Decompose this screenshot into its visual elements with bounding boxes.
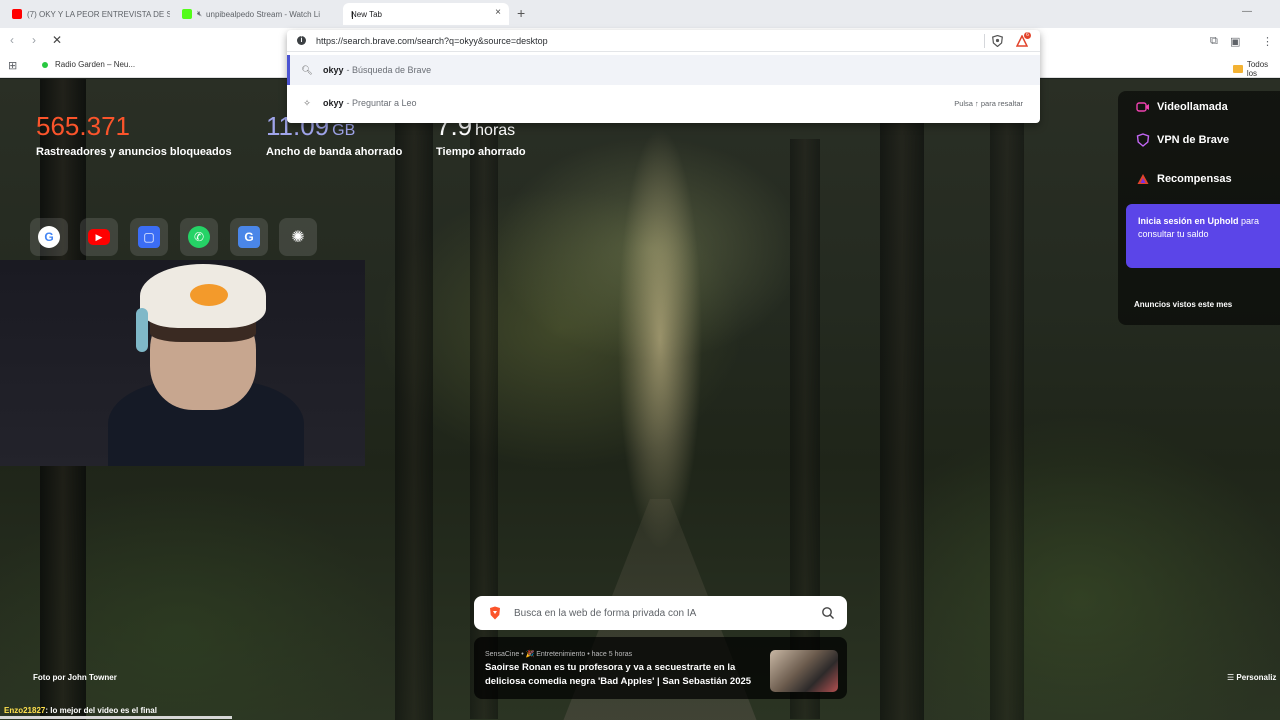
keyboard-hint: Pulsa ↑ para resaltar: [954, 98, 1023, 108]
extensions-icon[interactable]: ⧉: [1210, 35, 1218, 48]
google-icon: G: [38, 226, 60, 248]
url-text[interactable]: https://search.brave.com/search?q=okyy&s…: [316, 36, 548, 46]
search-icon[interactable]: [821, 606, 835, 620]
news-source: SensaCine • 🎉 Entretenimiento • hace 5 h…: [485, 651, 633, 658]
news-thumbnail[interactable]: [770, 650, 838, 692]
uphold-title: Inicia sesión en Uphold: [1138, 216, 1239, 226]
suggestion-query: okyy: [323, 98, 344, 108]
vpn-link[interactable]: VPN de Brave: [1136, 133, 1229, 147]
brave-lion-icon: [490, 606, 500, 620]
news-headline[interactable]: Saoirse Ronan es tu profesora y va a sec…: [485, 661, 770, 689]
apps-grid-icon[interactable]: ⊞: [8, 59, 17, 72]
background-tree: [395, 79, 433, 720]
stop-loading-icon[interactable]: ✕: [52, 33, 62, 47]
stat-unit: GB: [332, 122, 356, 139]
suggestion-detail: - Preguntar a Leo: [346, 98, 417, 108]
ntp-search-box[interactable]: Busca en la web de forma privada con IA: [474, 596, 847, 630]
rewards-triangle-icon: [1137, 174, 1149, 184]
bookmark-folder-label: Todos los: [1246, 60, 1269, 78]
rewards-label: Recompensas: [1157, 173, 1232, 185]
background-tree: [990, 79, 1024, 720]
tab-title: (7) OKY Y LA PEOR ENTREVISTA DE S: [27, 9, 170, 19]
mouse-cursor-icon: I: [351, 11, 354, 22]
tab-youtube-video[interactable]: (7) OKY Y LA PEOR ENTREVISTA DE S: [4, 3, 170, 25]
uphold-login-card[interactable]: Inicia sesión en Uphold para consultar t…: [1126, 204, 1280, 268]
bookmark-radio-garden[interactable]: Radio Garden – Neu...: [42, 60, 135, 69]
brave-shields-icon[interactable]: [992, 35, 1003, 47]
folder-icon: [1233, 65, 1243, 73]
close-tab-icon[interactable]: ×: [495, 7, 501, 18]
omnibox-dropdown: i https://search.brave.com/search?q=okyy…: [287, 30, 1040, 123]
bookmark-folder-all[interactable]: Todos los: [1233, 60, 1280, 78]
vpn-shield-icon: [1136, 133, 1150, 147]
radio-garden-favicon-icon: [42, 61, 48, 68]
address-field[interactable]: i https://search.brave.com/search?q=okyy…: [287, 30, 1040, 52]
customize-label: Personaliz: [1236, 673, 1277, 682]
top-site-translate[interactable]: G: [230, 218, 268, 256]
tab-title: New Tab: [351, 9, 382, 19]
new-tab-button[interactable]: +: [517, 6, 525, 20]
chat-message: Enzo21827: lo mejor del video es el fina…: [4, 706, 157, 715]
muted-speaker-icon[interactable]: 🔇︎: [197, 9, 202, 19]
top-site-openai[interactable]: ✺: [279, 218, 317, 256]
videocall-label: Videollamada: [1157, 101, 1228, 113]
openai-icon: ✺: [291, 229, 305, 246]
stat-label: Rastreadores y anuncios bloqueados: [36, 146, 232, 158]
tab-title: unpibealpedo Stream - Watch Li: [206, 9, 321, 19]
tab-kick-stream[interactable]: 🔇︎ unpibealpedo Stream - Watch Li: [174, 3, 338, 25]
video-progress-bar: [0, 716, 232, 719]
stat-label: Ancho de banda ahorrado: [266, 146, 403, 158]
top-site-google[interactable]: G: [30, 218, 68, 256]
chat-username: Enzo21827: [4, 706, 46, 715]
suggestion-query: okyy: [323, 65, 344, 75]
forward-icon[interactable]: ›: [32, 33, 36, 47]
menu-icon[interactable]: ⋮: [1262, 35, 1273, 48]
site-info-icon[interactable]: i: [297, 36, 306, 45]
vpn-label: VPN de Brave: [1157, 134, 1230, 146]
kick-favicon-icon: [182, 9, 192, 19]
background-tree: [790, 139, 820, 719]
wallet-icon[interactable]: ▣: [1230, 35, 1240, 48]
bookmark-label: Radio Garden – Neu...: [55, 60, 136, 69]
divider: [984, 34, 985, 48]
stat-trackers-blocked: 565.371 Rastreadores y anuncios bloquead…: [36, 111, 232, 158]
chat-text: : lo mejor del video es el final: [45, 706, 157, 715]
youtube-icon: ▶: [88, 229, 110, 245]
stat-number: 565.371: [36, 111, 130, 141]
notification-badge: 6: [1024, 32, 1031, 39]
leo-star-icon: ✧: [303, 97, 311, 108]
webcam-hat-beak: [190, 284, 228, 306]
videocall-link[interactable]: Videollamada: [1136, 100, 1228, 114]
background-tree: [880, 79, 924, 720]
customize-button[interactable]: ☰ Personaliz: [1227, 673, 1276, 682]
photo-credit[interactable]: Foto por John Towner: [33, 673, 117, 682]
suggestion-detail: - Búsqueda de Brave: [346, 65, 432, 75]
rewards-link[interactable]: Recompensas: [1136, 172, 1232, 186]
top-site-whatsapp[interactable]: ✆: [180, 218, 218, 256]
whatsapp-icon: ✆: [188, 226, 210, 248]
customize-icon: ☰: [1227, 673, 1237, 682]
tab-strip: (7) OKY Y LA PEOR ENTREVISTA DE S 🔇︎ unp…: [0, 0, 1280, 28]
stat-unit: horas: [475, 122, 516, 139]
app-icon: ▢: [138, 226, 160, 248]
suggestion-search[interactable]: 🔍︎ okyy - Búsqueda de Brave: [287, 55, 1040, 85]
new-tab-page: 565.371 Rastreadores y anuncios bloquead…: [0, 79, 1280, 720]
top-site-youtube[interactable]: ▶: [80, 218, 118, 256]
search-icon: 🔍︎: [301, 64, 313, 75]
youtube-favicon-icon: [12, 9, 22, 19]
webcam-overlay: [0, 260, 365, 466]
top-site-app[interactable]: ▢: [130, 218, 168, 256]
video-camera-icon: [1136, 102, 1149, 112]
tab-new-tab[interactable]: New Tab ×: [343, 3, 509, 25]
brave-widgets-panel: Videollamada VPN de Brave Recompensas In…: [1118, 91, 1280, 325]
webcam-headset: [136, 308, 148, 352]
minimize-icon[interactable]: —: [1242, 6, 1252, 17]
back-icon[interactable]: ‹: [10, 33, 14, 47]
google-translate-icon: G: [238, 226, 260, 248]
search-placeholder[interactable]: Busca en la web de forma privada con IA: [514, 608, 821, 619]
ads-seen-label: Anuncios vistos este mes: [1134, 300, 1233, 309]
news-card[interactable]: SensaCine • 🎉 Entretenimiento • hace 5 h…: [474, 637, 847, 699]
suggestion-ask-leo[interactable]: ✧ okyy - Preguntar a Leo Pulsa ↑ para re…: [287, 88, 1040, 118]
stat-label: Tiempo ahorrado: [436, 146, 526, 158]
